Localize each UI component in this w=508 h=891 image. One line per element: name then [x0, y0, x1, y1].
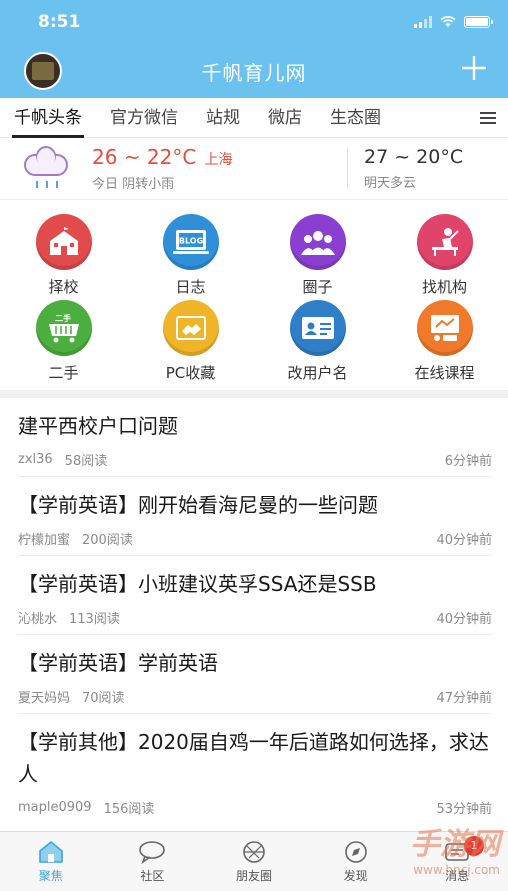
today-temperature: 26 ~ 22°C: [92, 145, 197, 169]
post-author: zxl36: [18, 451, 53, 467]
feature-grid: 择校 BLOG 日志 圈子 找机构 二手 二手 PC收藏 改用户名 在线课程: [0, 200, 508, 390]
post-title[interactable]: 【学前其他】2020届自鸡一年后道路如何选择，求达人: [18, 726, 492, 790]
avatar[interactable]: [24, 52, 62, 90]
grid-item-second-hand[interactable]: 二手 二手: [0, 300, 127, 386]
nav-messages[interactable]: 消息 1: [406, 832, 508, 891]
grid-item-online-course[interactable]: 在线课程: [381, 300, 508, 386]
status-icons: [414, 16, 493, 28]
list-item[interactable]: 【学前其他】2020届自鸡一年后道路如何选择，求达人 maple0909 156阅…: [18, 714, 492, 824]
home-icon: [38, 840, 63, 863]
list-item[interactable]: 建平西校户口问题 zxl36 58阅读 6分钟前: [18, 398, 492, 477]
grid-item-blog[interactable]: BLOG 日志: [127, 214, 254, 300]
nav-label: 朋友圈: [235, 868, 272, 883]
teacher-icon: [416, 214, 473, 270]
blog-glyph: BLOG: [178, 237, 202, 246]
status-bar: 8:51: [0, 0, 508, 44]
grid-item-school[interactable]: 择校: [0, 214, 127, 300]
post-author: 沁桃水: [18, 611, 58, 627]
add-button[interactable]: [460, 54, 488, 88]
weather-tomorrow: 27 ~ 20°C 明天多云: [364, 146, 492, 191]
post-time: 6分钟前: [444, 453, 492, 469]
tab-qianfan-headlines[interactable]: 千帆头条: [0, 98, 96, 138]
tomorrow-description: 明天多云: [364, 176, 417, 191]
id-card-icon: [289, 300, 346, 356]
second-hand-glyph: 二手: [55, 313, 71, 323]
today-description: 今日 阴转小雨: [92, 177, 175, 192]
post-title[interactable]: 【学前英语】学前英语: [18, 647, 492, 679]
presentation-icon: [416, 300, 473, 356]
post-reads: 58阅读: [64, 453, 108, 469]
post-time: 40分钟前: [436, 532, 492, 548]
grid-item-change-username[interactable]: 改用户名: [254, 300, 381, 386]
nav-label: 社区: [140, 868, 165, 883]
section-divider: [0, 390, 508, 398]
camera-aperture-icon: [243, 840, 265, 863]
post-author: 柠檬加蜜: [18, 532, 71, 548]
list-item[interactable]: 【学前英语】刚开始看海尼曼的一些问题 柠檬加蜜 200阅读 40分钟前: [18, 477, 492, 556]
battery-icon: [464, 16, 493, 28]
nav-label: 聚焦: [38, 868, 63, 883]
hamburger-menu-icon[interactable]: [480, 109, 496, 127]
chat-bubble-icon: [139, 840, 166, 864]
status-time: 8:51: [38, 12, 81, 32]
tab-site-rules[interactable]: 站规: [192, 98, 254, 138]
weather-widget[interactable]: 26 ~ 22°C 上海 今日 阴转小雨 27 ~ 20°C 明天多云: [0, 138, 508, 200]
school-icon: [35, 214, 92, 270]
cart-icon: 二手: [35, 300, 92, 356]
post-author: maple0909: [18, 799, 92, 815]
weather-divider: [347, 148, 348, 189]
bottom-nav: 聚焦 社区 朋友圈 发现 消息 1 手游网 www.hncj.com: [0, 827, 508, 891]
group-icon: [289, 214, 346, 270]
post-reads: 156阅读: [103, 801, 155, 817]
post-reads: 200阅读: [82, 532, 133, 548]
post-reads: 113阅读: [69, 611, 120, 627]
grid-item-circle[interactable]: 圈子: [254, 214, 381, 300]
post-title[interactable]: 【学前英语】刚开始看海尼曼的一些问题: [18, 489, 492, 521]
post-title[interactable]: 建平西校户口问题: [18, 410, 492, 442]
wifi-icon: [440, 16, 456, 27]
list-item[interactable]: 【学前英语】学前英语 夏天妈妈 70阅读 47分钟前: [18, 635, 492, 714]
post-title[interactable]: 【学前英语】小班建议英孚SSA还是SSB: [18, 568, 492, 600]
tab-official-wechat[interactable]: 官方微信: [96, 98, 192, 138]
tomorrow-temperature: 27 ~ 20°C: [364, 146, 464, 168]
unread-badge: 1: [463, 836, 484, 856]
nav-focus[interactable]: 聚焦: [0, 832, 102, 891]
grid-item-pc-favorites[interactable]: PC收藏: [127, 300, 254, 386]
post-time: 47分钟前: [436, 690, 492, 706]
channel-tabs: 千帆头条 官方微信 站规 微店 生态圈: [0, 98, 508, 138]
post-time: 53分钟前: [436, 801, 492, 817]
plus-icon: [462, 56, 486, 80]
post-reads: 70阅读: [82, 690, 125, 706]
tab-micro-shop[interactable]: 微店: [254, 98, 316, 138]
signal-icon: [414, 16, 432, 28]
nav-label: 消息: [445, 868, 470, 883]
post-author: 夏天妈妈: [18, 690, 71, 706]
tab-ecosystem[interactable]: 生态圈: [316, 98, 395, 138]
nav-label: 发现: [343, 868, 368, 883]
blog-icon: BLOG: [162, 214, 219, 270]
grid-item-find-institution[interactable]: 找机构: [381, 214, 508, 300]
nav-moments[interactable]: 朋友圈: [203, 832, 305, 891]
post-time: 40分钟前: [436, 611, 492, 627]
weather-today: 26 ~ 22°C 上海 今日 阴转小雨: [92, 145, 337, 192]
header: 千帆育儿网: [0, 44, 508, 98]
weather-city: 上海: [204, 152, 233, 168]
top-bar: 8:51 千帆育儿网: [0, 0, 508, 98]
rain-cloud-icon: [22, 150, 70, 188]
nav-community[interactable]: 社区: [102, 832, 204, 891]
nav-discover[interactable]: 发现: [305, 832, 407, 891]
list-item[interactable]: 【学前英语】小班建议英孚SSA还是SSB 沁桃水 113阅读 40分钟前: [18, 556, 492, 635]
handshake-icon: [162, 300, 219, 356]
post-feed: 建平西校户口问题 zxl36 58阅读 6分钟前 【学前英语】刚开始看海尼曼的一些问…: [0, 398, 508, 824]
compass-icon: [344, 840, 367, 863]
page-title: 千帆育儿网: [201, 60, 307, 85]
